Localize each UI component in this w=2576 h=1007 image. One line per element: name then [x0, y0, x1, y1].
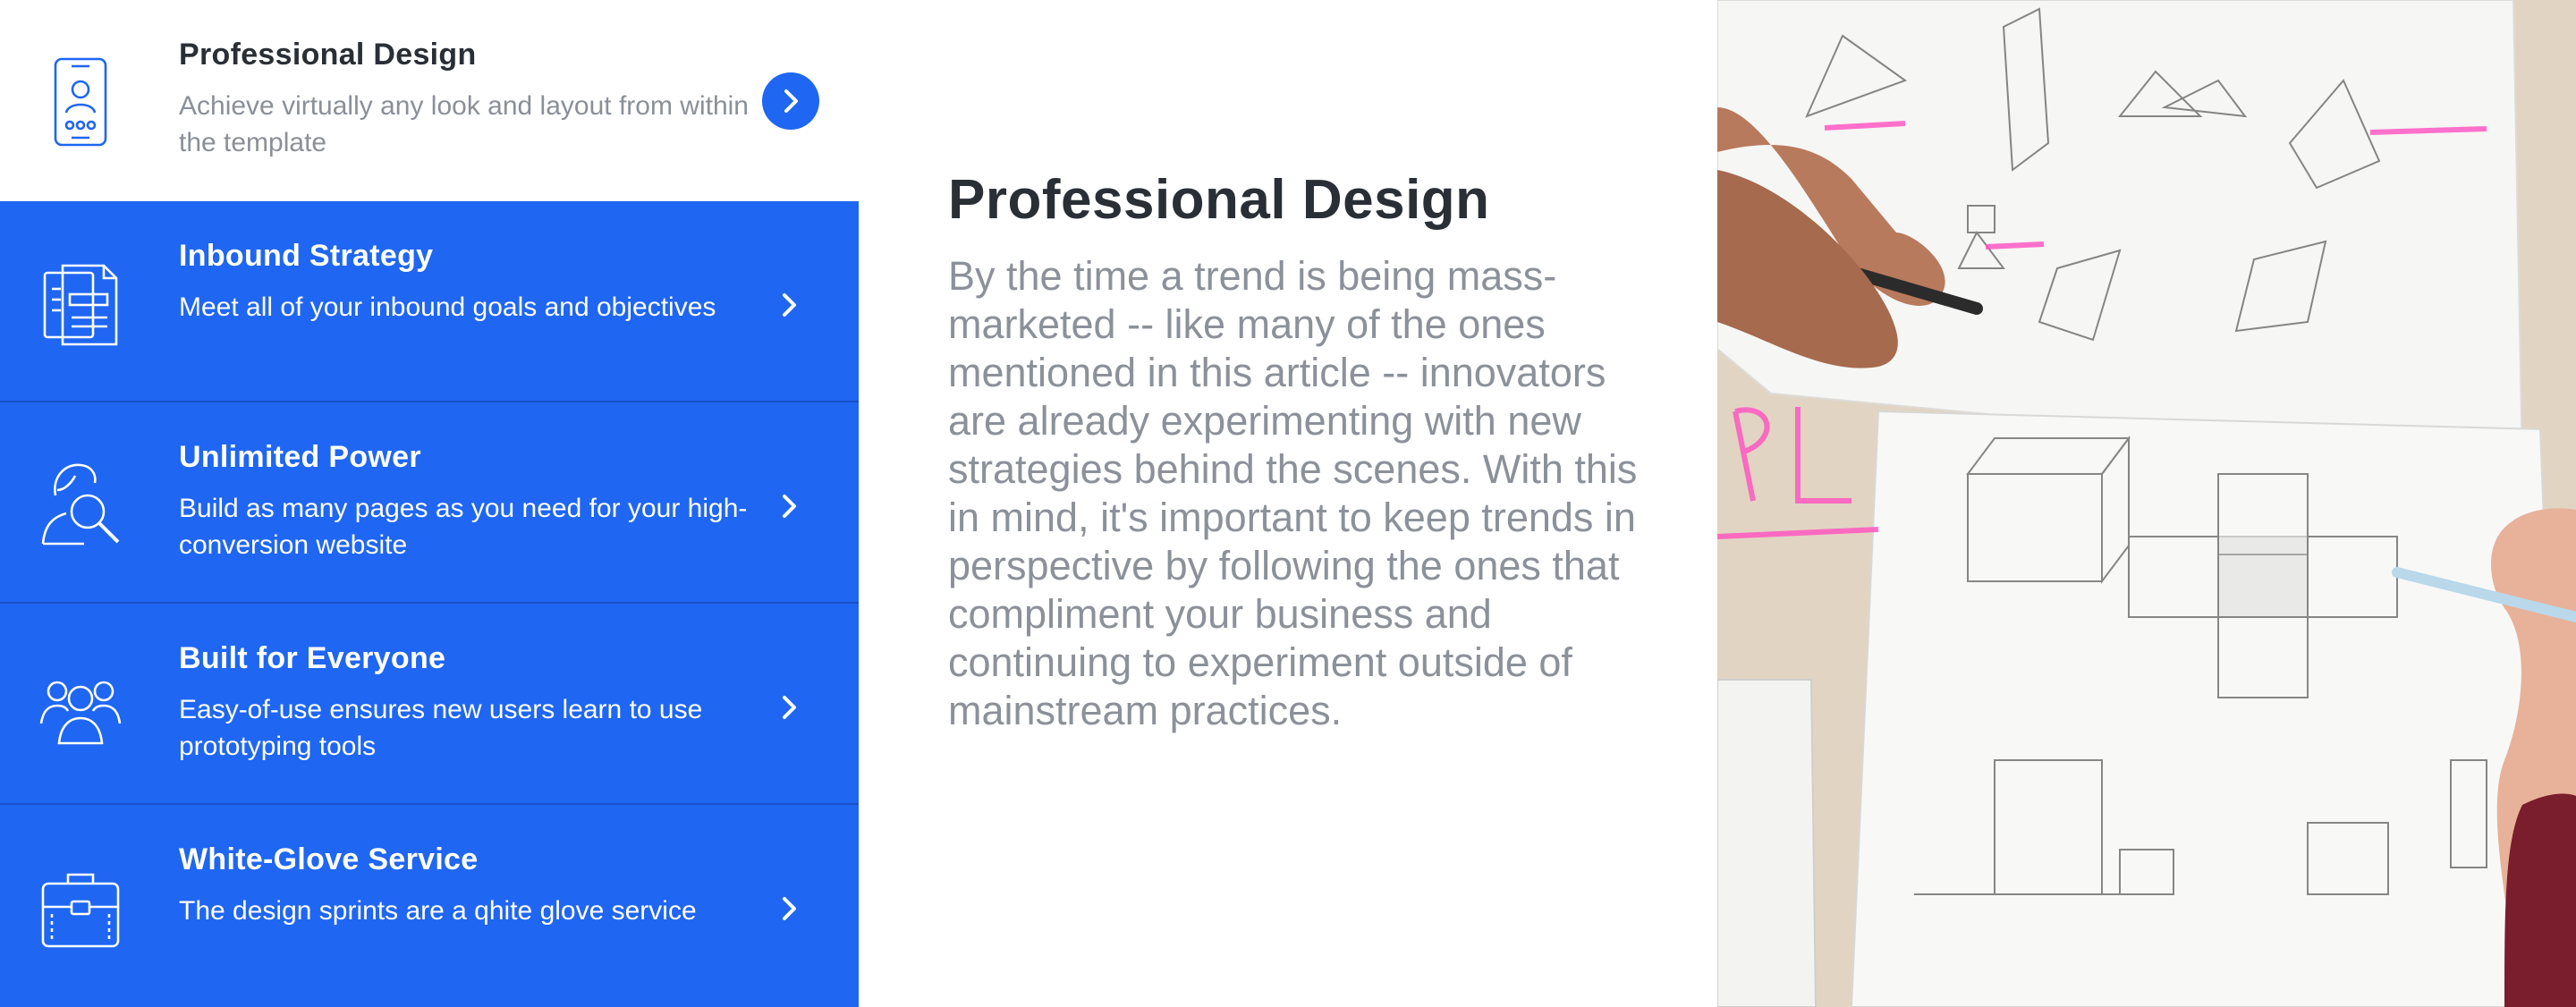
documents-icon: [43, 264, 118, 346]
content-heading: Professional Design: [948, 169, 1490, 231]
tab-description: The design sprints are a qhite glove ser…: [179, 896, 697, 926]
chevron-right-icon[interactable]: [771, 891, 807, 927]
tab-title: Inbound Strategy: [179, 239, 434, 273]
tab-built-for-everyone[interactable]: Built for Everyone Easy-of-use ensures n…: [0, 604, 859, 805]
tab-title: Built for Everyone: [179, 641, 446, 675]
sketch-illustration: [1717, 0, 2576, 1007]
tab-professional-design[interactable]: Professional Design Achieve virtually an…: [0, 0, 859, 201]
tab-title: Professional Design: [179, 38, 477, 72]
smartphone-user-icon: [54, 57, 107, 147]
content-body: By the time a trend is being mass-market…: [948, 253, 1638, 733]
tab-description: Easy-of-use ensures new users learn to u…: [179, 695, 703, 761]
tab-title: White-Glove Service: [179, 842, 479, 876]
tab-description: Build as many pages as you need for your…: [179, 494, 748, 560]
user-search-icon: [41, 463, 120, 546]
tab-description: Achieve virtually any look and layout fr…: [179, 91, 749, 157]
tab-description: Meet all of your inbound goals and objec…: [179, 292, 716, 322]
briefcase-icon: [41, 873, 120, 948]
chevron-right-icon: [784, 89, 798, 113]
sketching-photo: [1717, 0, 2576, 1007]
tab-white-glove-service[interactable]: White-Glove Service The design sprints a…: [0, 805, 859, 1007]
user-group-icon: [39, 681, 122, 745]
chevron-right-icon[interactable]: [771, 488, 807, 524]
tab-unlimited-power[interactable]: Unlimited Power Build as many pages as y…: [0, 402, 859, 604]
chevron-right-icon[interactable]: [771, 690, 807, 725]
chevron-right-icon[interactable]: [771, 287, 807, 323]
feature-tab-list: Professional Design Achieve virtually an…: [0, 0, 859, 1007]
tab-inbound-strategy[interactable]: Inbound Strategy Meet all of your inboun…: [0, 201, 859, 402]
tab-content-panel: Professional Design By the time a trend …: [948, 165, 1655, 735]
tab-title: Unlimited Power: [179, 440, 421, 474]
tab-arrow-button[interactable]: [762, 72, 819, 130]
